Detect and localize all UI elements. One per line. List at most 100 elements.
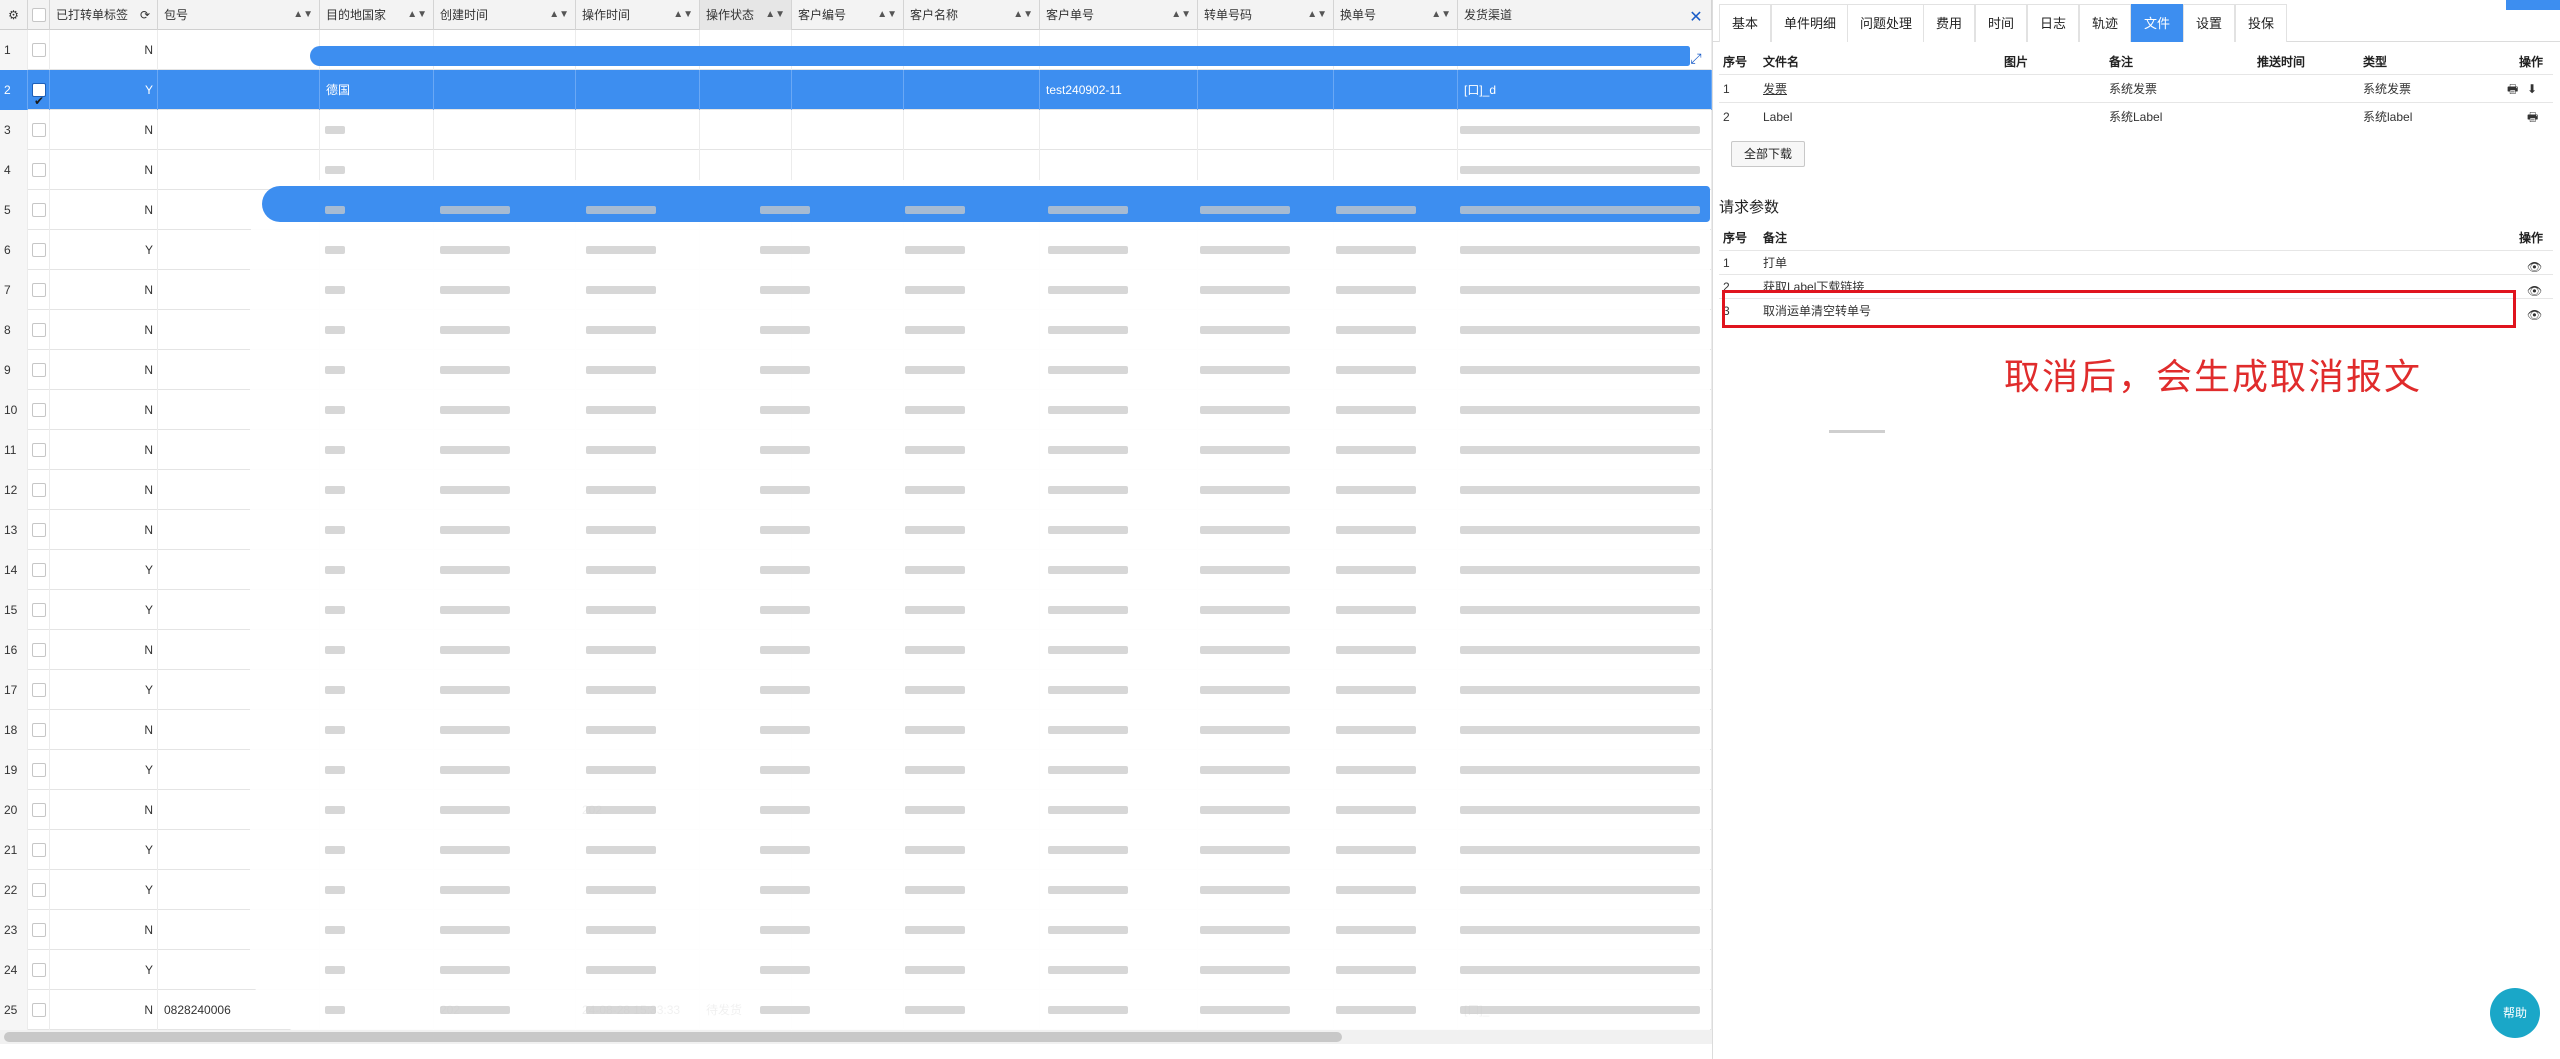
col-dest[interactable]: 目的地国家 ▲▼ xyxy=(320,0,434,30)
tab-0[interactable]: 基本 xyxy=(1719,4,1772,42)
row-checkbox-cell[interactable] xyxy=(28,550,50,590)
row-checkbox-cell[interactable] xyxy=(28,630,50,670)
redacted-block xyxy=(440,686,510,694)
row-checkbox[interactable] xyxy=(32,443,46,457)
download-icon[interactable]: ⬇ xyxy=(2527,75,2537,103)
row-checkbox-cell[interactable] xyxy=(28,150,50,190)
row-checkbox-cell[interactable] xyxy=(28,790,50,830)
tab-9[interactable]: 投保 xyxy=(2235,4,2288,42)
tab-5[interactable]: 日志 xyxy=(2027,4,2080,42)
row-checkbox-cell[interactable] xyxy=(28,470,50,510)
tab-2[interactable]: 问题处理 xyxy=(1847,4,1926,42)
tab-1[interactable]: 单件明细 xyxy=(1771,4,1850,42)
row-checkbox[interactable] xyxy=(32,763,46,777)
row-checkbox-cell[interactable] xyxy=(28,510,50,550)
select-all-checkbox[interactable] xyxy=(28,0,50,30)
row-checkbox-cell[interactable] xyxy=(28,870,50,910)
col-pkg[interactable]: 包号 ▲▼ xyxy=(158,0,320,30)
row-checkbox[interactable] xyxy=(32,843,46,857)
tab-4[interactable]: 时间 xyxy=(1975,4,2028,42)
row-checkbox[interactable] xyxy=(32,923,46,937)
row-checkbox[interactable] xyxy=(32,723,46,737)
row-checkbox-cell[interactable] xyxy=(28,990,50,1030)
row-checkbox-cell[interactable] xyxy=(28,190,50,230)
row-checkbox[interactable] xyxy=(32,81,46,110)
col-swap[interactable]: 换单号 ▲▼ xyxy=(1334,0,1458,30)
scrollbar-thumb[interactable] xyxy=(4,1032,1342,1042)
download-all-button[interactable]: 全部下载 xyxy=(1731,141,1806,167)
row-checkbox-cell[interactable] xyxy=(28,270,50,310)
row-checkbox[interactable] xyxy=(32,963,46,977)
row-checkbox-cell[interactable] xyxy=(28,710,50,750)
row-checkbox[interactable] xyxy=(32,163,46,177)
row-checkbox[interactable] xyxy=(32,203,46,217)
row-checkbox-cell[interactable] xyxy=(28,70,50,110)
settings-gear-icon[interactable]: ⚙ xyxy=(0,0,28,30)
col-ctime[interactable]: 创建时间 ▲▼ xyxy=(434,0,576,30)
col-cname[interactable]: 客户名称 ▲▼ xyxy=(904,0,1040,30)
order-grid: ⚙ 已打转单标签 ⟳ 包号 ▲▼ 目的地国家 ▲▼ 创建时间 ▲▼ 操作时间 ▲▼ 操作… xyxy=(0,0,1712,1059)
col-state[interactable]: 操作状态 ▲▼ xyxy=(700,0,792,30)
sort-icon: ▲▼ xyxy=(1431,9,1451,20)
col-trans[interactable]: 转单号码 ▲▼ xyxy=(1198,0,1334,30)
print-icon[interactable]: 🖶 xyxy=(2527,103,2538,131)
row-checkbox[interactable] xyxy=(32,563,46,577)
cell-cord: test240902-11 xyxy=(1040,70,1198,110)
cell-cord xyxy=(1040,110,1198,150)
print-icon[interactable]: 🖶 xyxy=(2507,75,2518,103)
row-checkbox[interactable] xyxy=(32,243,46,257)
row-checkbox-cell[interactable] xyxy=(28,350,50,390)
row-checkbox[interactable] xyxy=(32,403,46,417)
tab-8[interactable]: 设置 xyxy=(2183,4,2236,42)
row-checkbox-cell[interactable] xyxy=(28,830,50,870)
row-checkbox[interactable] xyxy=(32,483,46,497)
row-checkbox-cell[interactable] xyxy=(28,590,50,630)
row-checkbox[interactable] xyxy=(32,883,46,897)
row-checkbox-cell[interactable] xyxy=(28,950,50,990)
row-checkbox[interactable] xyxy=(32,523,46,537)
row-checkbox[interactable] xyxy=(32,123,46,137)
row-checkbox[interactable] xyxy=(32,283,46,297)
col-otime[interactable]: 操作时间 ▲▼ xyxy=(576,0,700,30)
redacted-block xyxy=(1048,566,1128,574)
row-checkbox-cell[interactable] xyxy=(28,110,50,150)
row-checkbox-cell[interactable] xyxy=(28,430,50,470)
top-accent-button[interactable] xyxy=(2506,0,2560,10)
row-checkbox-cell[interactable] xyxy=(28,670,50,710)
row-checkbox[interactable] xyxy=(32,643,46,657)
detail-panel: 基本 单件明细 问题处理 费用 时间 日志 轨迹 文件 设置 投保 序号 文件名 图片 备注 推送… xyxy=(1712,0,2560,1059)
table-row[interactable]: 3N xyxy=(0,110,1712,150)
table-row[interactable]: 2Y 德国 test240902-11 [口]_d xyxy=(0,70,1712,110)
redacted-block xyxy=(905,246,965,254)
redacted-block xyxy=(1460,766,1700,774)
row-checkbox-cell[interactable] xyxy=(28,910,50,950)
row-checkbox[interactable] xyxy=(32,683,46,697)
tab-7[interactable]: 文件 xyxy=(2131,4,2184,42)
horizontal-scrollbar[interactable] xyxy=(0,1030,1712,1044)
row-checkbox-cell[interactable] xyxy=(28,310,50,350)
row-checkbox[interactable] xyxy=(32,803,46,817)
row-checkbox[interactable] xyxy=(32,323,46,337)
view-eye-icon[interactable]: 👁 xyxy=(2527,301,2542,329)
expand-icon[interactable]: ⤢ xyxy=(1686,48,1706,68)
row-checkbox[interactable] xyxy=(32,363,46,377)
close-panel-icon[interactable]: ✕ xyxy=(1686,8,1706,28)
col-cord[interactable]: 客户单号 ▲▼ xyxy=(1040,0,1198,30)
redacted-block xyxy=(760,926,810,934)
row-checkbox-cell[interactable] xyxy=(28,30,50,70)
help-button[interactable]: 帮助 xyxy=(2490,988,2540,1038)
refresh-icon[interactable]: ⟳ xyxy=(136,0,158,30)
row-checkbox[interactable] xyxy=(32,1003,46,1017)
file-link-invoice[interactable]: 发票 xyxy=(1763,75,1787,103)
row-checkbox-cell[interactable] xyxy=(28,390,50,430)
tab-3[interactable]: 费用 xyxy=(1923,4,1976,42)
row-checkbox[interactable] xyxy=(32,43,46,57)
row-checkbox-cell[interactable] xyxy=(28,230,50,270)
col-cno[interactable]: 客户编号 ▲▼ xyxy=(792,0,904,30)
redacted-block xyxy=(1336,606,1416,614)
file-name-label[interactable]: Label xyxy=(1763,103,1792,131)
row-checkbox-cell[interactable] xyxy=(28,750,50,790)
col-chan[interactable]: 发货渠道 xyxy=(1458,0,1712,30)
row-checkbox[interactable] xyxy=(32,603,46,617)
tab-6[interactable]: 轨迹 xyxy=(2079,4,2132,42)
